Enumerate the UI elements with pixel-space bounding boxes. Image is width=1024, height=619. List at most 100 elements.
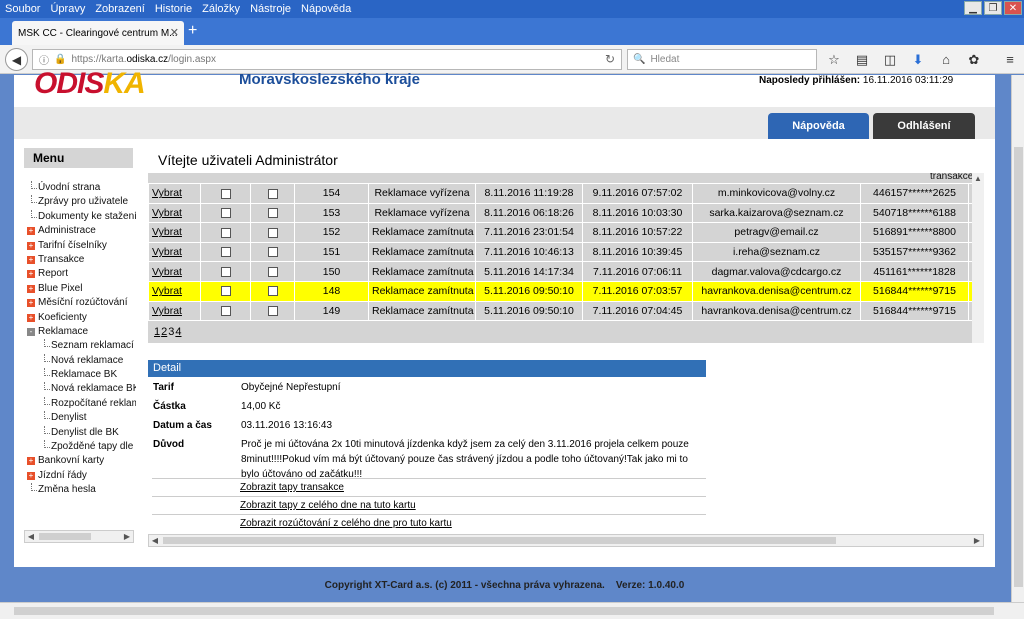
row-checkbox[interactable]: [200, 222, 251, 243]
menu-item[interactable]: + Blue Pixel: [24, 282, 136, 296]
browser-menu-item[interactable]: Úpravy: [45, 3, 90, 15]
scroll-left-icon[interactable]: ◀: [25, 531, 37, 542]
pager-page-4[interactable]: 4: [175, 326, 181, 338]
detail-link[interactable]: Zobrazit rozúčtování z celého dne pro tu…: [152, 514, 706, 532]
expand-icon[interactable]: +: [27, 270, 35, 279]
menu-item[interactable]: + Koeficienty: [24, 311, 136, 325]
scroll-right-icon[interactable]: ▶: [971, 535, 983, 546]
menu-horizontal-scrollbar[interactable]: ◀ ▶: [24, 530, 134, 543]
checkbox[interactable]: [220, 306, 231, 317]
vybrat-link[interactable]: Vybrat: [148, 202, 201, 224]
row-checkbox[interactable]: [250, 241, 295, 263]
download-icon[interactable]: ⬇: [906, 49, 930, 70]
menu-item[interactable]: + Administrace: [24, 224, 136, 238]
browser-menu-item[interactable]: Historie: [150, 3, 197, 15]
menu-item[interactable]: Seznam reklamací: [24, 339, 136, 353]
menu-item[interactable]: Nová reklamace: [24, 353, 136, 368]
pager-page-1[interactable]: 1: [154, 326, 160, 338]
scroll-left-icon[interactable]: ◀: [149, 535, 161, 546]
vybrat-link[interactable]: Vybrat: [148, 280, 201, 302]
menu-item[interactable]: Dokumenty ke stažení: [24, 209, 136, 224]
minimize-icon[interactable]: ▁: [964, 1, 982, 15]
menu-item[interactable]: Denylist: [24, 411, 136, 425]
checkbox[interactable]: [267, 188, 278, 199]
row-checkbox[interactable]: [250, 183, 295, 204]
expand-icon[interactable]: +: [27, 471, 35, 480]
menu-item[interactable]: - Reklamace: [24, 325, 136, 339]
menu-item[interactable]: Rozpočítané reklamace: [24, 396, 136, 411]
menu-item[interactable]: Změna hesla: [24, 483, 136, 497]
menu-item[interactable]: + Bankovní karty: [24, 454, 136, 468]
row-checkbox[interactable]: [250, 222, 295, 243]
expand-icon[interactable]: +: [27, 457, 35, 466]
row-checkbox[interactable]: [250, 280, 295, 302]
expand-icon[interactable]: +: [27, 299, 35, 308]
table-row[interactable]: Vybrat 153 Reklamace vyřízena 8.11.2016 06:…: [148, 202, 984, 224]
scroll-thumb[interactable]: [14, 607, 994, 615]
menu-item[interactable]: + Jízdní řády: [24, 469, 136, 483]
table-row[interactable]: Vybrat 152 Reklamace zamítnuta 7.11.2016 23…: [148, 222, 984, 243]
scroll-thumb[interactable]: [163, 537, 836, 544]
vybrat-link[interactable]: Vybrat: [148, 183, 201, 204]
menu-item[interactable]: + Report: [24, 267, 136, 281]
main-horizontal-scrollbar[interactable]: ◀ ▶: [148, 534, 984, 547]
checkbox[interactable]: [267, 286, 278, 297]
browser-menu-item[interactable]: Nástroje: [245, 3, 296, 15]
row-checkbox[interactable]: [250, 261, 295, 282]
menu-item[interactable]: Úvodní strana: [24, 181, 136, 195]
browser-menu-item[interactable]: Zobrazení: [90, 3, 150, 15]
checkbox[interactable]: [220, 208, 231, 219]
checkbox[interactable]: [220, 188, 231, 199]
expand-icon[interactable]: +: [27, 255, 35, 264]
back-icon[interactable]: ◀: [5, 48, 28, 71]
pocket-icon[interactable]: ◫: [878, 49, 902, 70]
grid-vertical-scrollbar[interactable]: ▲: [972, 173, 984, 343]
table-row[interactable]: Vybrat 149 Reklamace zamítnuta 5.11.2016 09…: [148, 300, 984, 322]
row-checkbox[interactable]: [250, 300, 295, 322]
logout-button[interactable]: Odhlášení: [873, 113, 975, 139]
page-vertical-scrollbar[interactable]: [1011, 75, 1024, 602]
detail-link[interactable]: Zobrazit tapy transakce: [152, 478, 706, 496]
checkbox[interactable]: [267, 247, 278, 258]
browser-menu-item[interactable]: Záložky: [197, 3, 245, 15]
menu-item[interactable]: Zpožděné tapy dle: [24, 440, 136, 454]
table-row[interactable]: Vybrat 150 Reklamace zamítnuta 5.11.2016 14…: [148, 261, 984, 282]
help-button[interactable]: Nápověda: [768, 113, 869, 139]
vybrat-link[interactable]: Vybrat: [148, 241, 201, 263]
row-checkbox[interactable]: [200, 261, 251, 282]
detail-link[interactable]: Zobrazit tapy z celého dne na tuto kartu: [152, 496, 706, 514]
checkbox[interactable]: [267, 208, 278, 219]
table-row[interactable]: Vybrat 148 Reklamace zamítnuta 5.11.2016 09…: [148, 280, 984, 302]
restore-icon[interactable]: ❐: [984, 1, 1002, 15]
bookmark-star-icon[interactable]: ☆: [822, 49, 846, 70]
table-row[interactable]: Vybrat 154 Reklamace vyřízena 8.11.2016 11:…: [148, 183, 984, 204]
checkbox[interactable]: [220, 286, 231, 297]
browser-menu-item[interactable]: Nápověda: [296, 3, 356, 15]
page-horizontal-scrollbar[interactable]: [0, 602, 1024, 619]
expand-icon[interactable]: +: [27, 313, 35, 322]
row-checkbox[interactable]: [200, 241, 251, 263]
scroll-thumb[interactable]: [1014, 147, 1023, 587]
menu-item[interactable]: Reklamace BK: [24, 368, 136, 382]
scroll-right-icon[interactable]: ▶: [121, 531, 133, 542]
vybrat-link[interactable]: Vybrat: [148, 222, 201, 243]
browser-menu-item[interactable]: Soubor: [0, 3, 45, 15]
tab-close-icon[interactable]: ✕: [170, 26, 179, 39]
menu-item[interactable]: + Měsíční rozúčtování: [24, 296, 136, 310]
hamburger-menu-icon[interactable]: ≡: [998, 49, 1022, 70]
browser-tab[interactable]: MSK CC - Clearingové centrum M... ✕: [12, 21, 184, 45]
row-checkbox[interactable]: [200, 202, 251, 224]
home-icon[interactable]: ⌂: [934, 49, 958, 70]
row-checkbox[interactable]: [200, 183, 251, 204]
reload-icon[interactable]: ↻: [605, 52, 615, 66]
extension-icon[interactable]: ✿: [962, 49, 986, 70]
close-icon[interactable]: ✕: [1004, 1, 1022, 15]
checkbox[interactable]: [220, 247, 231, 258]
row-checkbox[interactable]: [200, 280, 251, 302]
checkbox[interactable]: [220, 227, 231, 238]
menu-item[interactable]: Nová reklamace BK: [24, 382, 136, 396]
table-row[interactable]: Vybrat 151 Reklamace zamítnuta 7.11.2016 10…: [148, 241, 984, 263]
checkbox[interactable]: [267, 227, 278, 238]
expand-icon[interactable]: +: [27, 284, 35, 293]
checkbox[interactable]: [220, 266, 231, 277]
